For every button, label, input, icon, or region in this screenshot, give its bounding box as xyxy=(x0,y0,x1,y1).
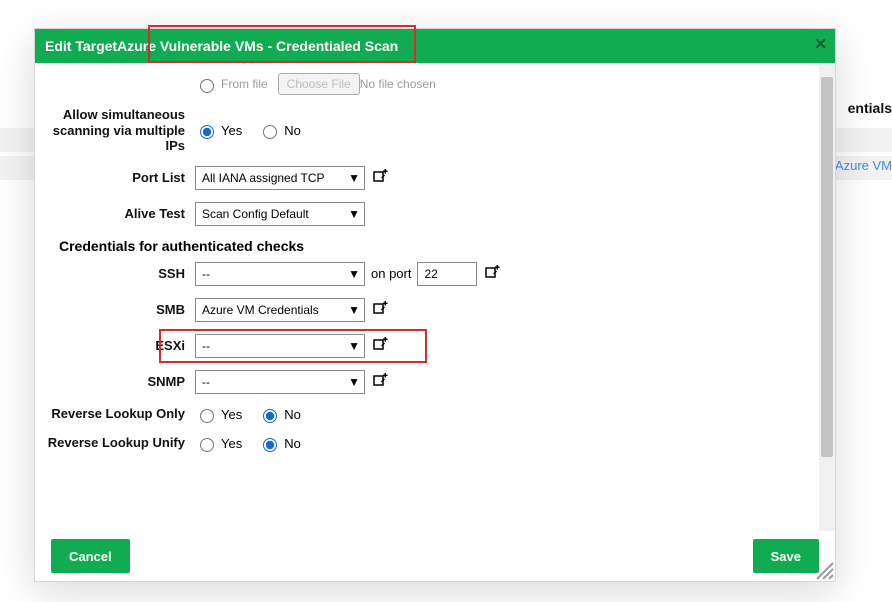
chevron-down-icon: ▼ xyxy=(348,207,360,221)
credentials-section-title: Credentials for authenticated checks xyxy=(59,238,809,254)
allow-simul-yes-radio[interactable] xyxy=(200,125,214,139)
esxi-label: ESXi xyxy=(45,338,195,354)
no-file-chosen-text: No file chosen xyxy=(360,77,436,91)
from-file-label: From file xyxy=(221,77,268,91)
port-list-select[interactable]: All IANA assigned TCP ▼ xyxy=(195,166,365,190)
resize-grip-icon[interactable] xyxy=(811,557,835,581)
yes-label: Yes xyxy=(221,407,242,422)
rev-only-no-radio[interactable] xyxy=(263,409,277,423)
ssh-credential-select[interactable]: -- ▼ xyxy=(195,262,365,286)
scrollbar-thumb[interactable] xyxy=(821,77,833,457)
from-file-radio[interactable]: From file xyxy=(195,76,268,93)
esxi-value: -- xyxy=(202,339,210,353)
alive-test-value: Scan Config Default xyxy=(202,207,309,221)
close-icon[interactable]: ✕ xyxy=(814,35,827,53)
cancel-button[interactable]: Cancel xyxy=(51,539,130,573)
allow-simultaneous-label: Allow simultaneous scanning via multiple… xyxy=(45,107,195,154)
modal-title-main: Azure Vulnerable VMs - Credentialed Scan xyxy=(117,38,398,54)
save-button[interactable]: Save xyxy=(753,539,819,573)
snmp-value: -- xyxy=(202,375,210,389)
ssh-value: -- xyxy=(202,267,210,281)
port-list-value: All IANA assigned TCP xyxy=(202,171,325,185)
bg-column-header-fragment: entials xyxy=(848,100,892,116)
rev-only-no[interactable]: No xyxy=(258,406,301,423)
yes-label: Yes xyxy=(221,436,242,451)
ssh-label: SSH xyxy=(45,266,195,282)
chevron-down-icon: ▼ xyxy=(348,375,360,389)
choose-file-button[interactable]: Choose File xyxy=(278,73,360,95)
rev-unify-yes[interactable]: Yes xyxy=(195,435,242,452)
no-label: No xyxy=(284,407,301,422)
bg-credential-link[interactable]: Azure VM xyxy=(835,158,892,173)
modal-title-prefix: Edit Target xyxy=(45,38,117,54)
new-snmp-credential-icon[interactable] xyxy=(371,373,389,391)
no-label: No xyxy=(284,436,301,451)
modal-scrollbar[interactable] xyxy=(819,63,835,531)
new-smb-credential-icon[interactable] xyxy=(371,301,389,319)
smb-value: Azure VM Credentials xyxy=(202,303,319,317)
ssh-onport-label: on port xyxy=(371,266,411,281)
modal-body: From file Choose File No file chosen All… xyxy=(35,63,835,531)
ssh-port-input[interactable] xyxy=(417,262,477,286)
allow-simul-no[interactable]: No xyxy=(258,122,301,139)
modal-scroll-area: From file Choose File No file chosen All… xyxy=(35,63,819,531)
yes-label: Yes xyxy=(221,123,242,138)
rev-unify-no-radio[interactable] xyxy=(263,438,277,452)
rev-unify-no[interactable]: No xyxy=(258,435,301,452)
reverse-lookup-only-label: Reverse Lookup Only xyxy=(45,406,195,422)
edit-target-modal: Edit Target Azure Vulnerable VMs - Crede… xyxy=(34,28,836,582)
modal-header: Edit Target Azure Vulnerable VMs - Crede… xyxy=(35,29,835,63)
smb-credential-select[interactable]: Azure VM Credentials ▼ xyxy=(195,298,365,322)
allow-simul-no-radio[interactable] xyxy=(263,125,277,139)
chevron-down-icon: ▼ xyxy=(348,303,360,317)
reverse-lookup-unify-label: Reverse Lookup Unify xyxy=(45,435,195,451)
rev-unify-yes-radio[interactable] xyxy=(200,438,214,452)
new-portlist-icon[interactable] xyxy=(371,169,389,187)
new-ssh-credential-icon[interactable] xyxy=(483,265,501,283)
alive-test-select[interactable]: Scan Config Default ▼ xyxy=(195,202,365,226)
chevron-down-icon: ▼ xyxy=(348,267,360,281)
from-file-radio-input[interactable] xyxy=(200,79,214,93)
chevron-down-icon: ▼ xyxy=(348,171,360,185)
chevron-down-icon: ▼ xyxy=(348,339,360,353)
port-list-label: Port List xyxy=(45,170,195,186)
new-esxi-credential-icon[interactable] xyxy=(371,337,389,355)
rev-only-yes-radio[interactable] xyxy=(200,409,214,423)
rev-only-yes[interactable]: Yes xyxy=(195,406,242,423)
allow-simul-yes[interactable]: Yes xyxy=(195,122,242,139)
modal-footer: Cancel Save xyxy=(35,531,835,581)
smb-label: SMB xyxy=(45,302,195,318)
alive-test-label: Alive Test xyxy=(45,206,195,222)
snmp-credential-select[interactable]: -- ▼ xyxy=(195,370,365,394)
esxi-credential-select[interactable]: -- ▼ xyxy=(195,334,365,358)
snmp-label: SNMP xyxy=(45,374,195,390)
no-label: No xyxy=(284,123,301,138)
